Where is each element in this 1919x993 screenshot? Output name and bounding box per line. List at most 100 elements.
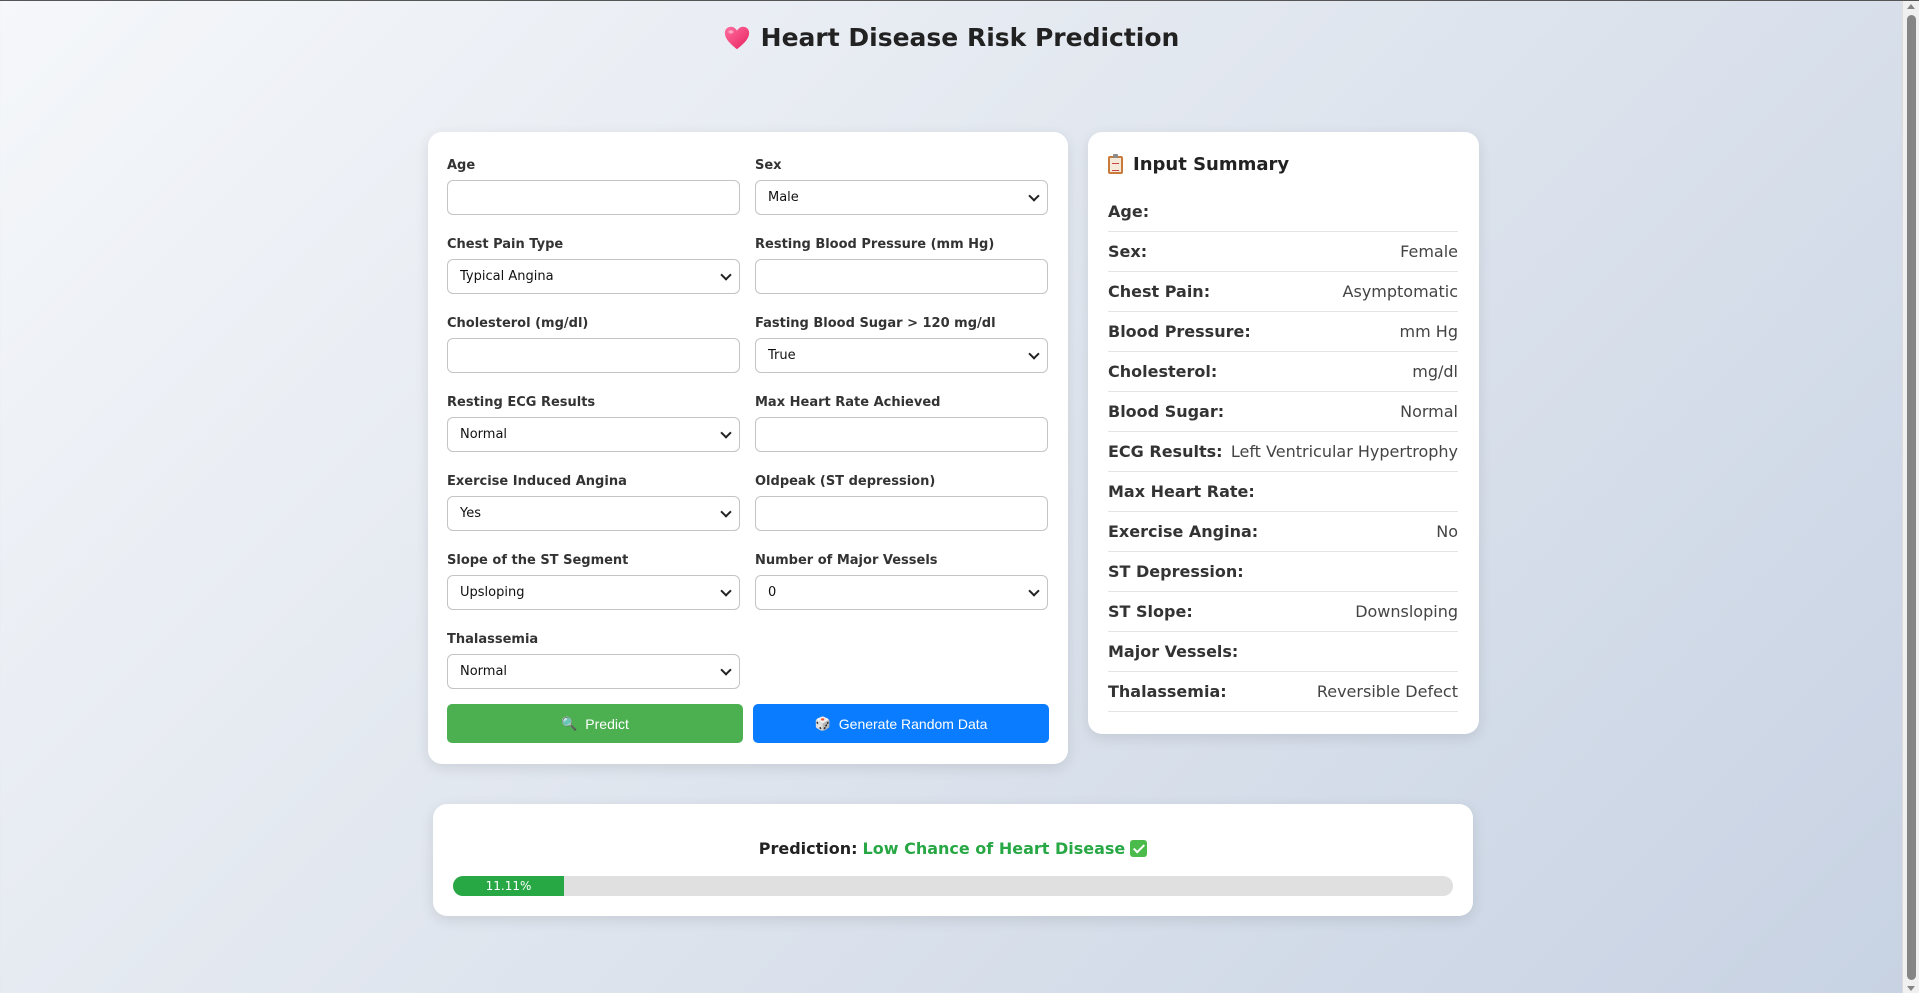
resting-bp-input[interactable] bbox=[755, 259, 1048, 294]
resting-ecg-field: Resting ECG Results Normal bbox=[447, 395, 740, 452]
summary-list: Age: Sex: Female Chest Pain: Asymptomatic Blo… bbox=[1108, 192, 1458, 712]
sex-label: Sex bbox=[755, 158, 782, 173]
summary-key: Sex: bbox=[1108, 242, 1148, 261]
exercise-angina-select[interactable]: Yes bbox=[447, 496, 740, 531]
dice-icon: 🎲 bbox=[814, 715, 831, 731]
fasting-bs-label: Fasting Blood Sugar > 120 mg/dl bbox=[755, 316, 996, 331]
major-vessels-select[interactable]: 0 bbox=[755, 575, 1048, 610]
chest-pain-select[interactable]: Typical Angina bbox=[447, 259, 740, 294]
resting-bp-label: Resting Blood Pressure (mm Hg) bbox=[755, 237, 995, 252]
summary-title-text: Input Summary bbox=[1133, 154, 1290, 175]
cholesterol-input[interactable] bbox=[447, 338, 740, 373]
summary-value: mm Hg bbox=[1399, 322, 1458, 341]
summary-value: Female bbox=[1400, 242, 1458, 261]
oldpeak-field: Oldpeak (ST depression) bbox=[755, 474, 1048, 531]
age-label: Age bbox=[447, 158, 476, 173]
summary-row: ECG Results: Left Ventricular Hypertrophy bbox=[1108, 432, 1458, 472]
resting-bp-field: Resting Blood Pressure (mm Hg) bbox=[755, 237, 1048, 294]
probability-label: 11.11% bbox=[485, 879, 532, 893]
major-vessels-label: Number of Major Vessels bbox=[755, 553, 938, 568]
age-field: Age bbox=[447, 158, 740, 215]
summary-value: Downsloping bbox=[1355, 602, 1458, 621]
summary-key: Chest Pain: bbox=[1108, 282, 1211, 301]
st-slope-select[interactable]: Upsloping bbox=[447, 575, 740, 610]
scroll-up-icon[interactable] bbox=[1907, 4, 1915, 9]
chest-pain-label: Chest Pain Type bbox=[447, 237, 564, 252]
oldpeak-label: Oldpeak (ST depression) bbox=[755, 474, 936, 489]
cholesterol-label: Cholesterol (mg/dl) bbox=[447, 316, 589, 331]
st-slope-field: Slope of the ST Segment Upsloping bbox=[447, 553, 740, 610]
summary-key: Thalassemia: bbox=[1108, 682, 1227, 701]
summary-row: Max Heart Rate: bbox=[1108, 472, 1458, 512]
summary-title: Input Summary bbox=[1108, 153, 1290, 175]
summary-value: mg/dl bbox=[1412, 362, 1458, 381]
scroll-down-icon[interactable] bbox=[1907, 986, 1915, 991]
summary-key: Major Vessels: bbox=[1108, 642, 1239, 661]
max-hr-input[interactable] bbox=[755, 417, 1048, 452]
resting-ecg-select[interactable]: Normal bbox=[447, 417, 740, 452]
prediction-form: Age Sex Male Chest Pain Type Typical Ang… bbox=[428, 132, 1068, 764]
summary-key: Age: bbox=[1108, 202, 1150, 221]
heart-icon bbox=[724, 26, 749, 49]
summary-row: ST Slope: Downsloping bbox=[1108, 592, 1458, 632]
major-vessels-field: Number of Major Vessels 0 bbox=[755, 553, 1048, 610]
predict-button-label: Predict bbox=[585, 715, 629, 732]
summary-row: Blood Sugar: Normal bbox=[1108, 392, 1458, 432]
predict-button[interactable]: 🔍 Predict bbox=[447, 704, 743, 743]
summary-row: Cholesterol: mg/dl bbox=[1108, 352, 1458, 392]
summary-value: Asymptomatic bbox=[1342, 282, 1458, 301]
summary-value: No bbox=[1436, 522, 1458, 541]
summary-key: Blood Sugar: bbox=[1108, 402, 1225, 421]
summary-row: Chest Pain: Asymptomatic bbox=[1108, 272, 1458, 312]
prediction-prefix: Prediction: bbox=[758, 839, 858, 858]
summary-value: Left Ventricular Hypertrophy bbox=[1230, 442, 1458, 461]
generate-random-button-label: Generate Random Data bbox=[838, 715, 988, 732]
summary-key: ST Depression: bbox=[1108, 562, 1244, 581]
thalassemia-select[interactable]: Normal bbox=[447, 654, 740, 689]
summary-key: Blood Pressure: bbox=[1108, 322, 1251, 341]
resting-ecg-label: Resting ECG Results bbox=[447, 395, 596, 410]
summary-key: Cholesterol: bbox=[1108, 362, 1218, 381]
fasting-bs-field: Fasting Blood Sugar > 120 mg/dl True bbox=[755, 316, 1048, 373]
summary-row: Thalassemia: Reversible Defect bbox=[1108, 672, 1458, 712]
prediction-value: Low Chance of Heart Disease bbox=[862, 839, 1126, 858]
page-title-text: Heart Disease Risk Prediction bbox=[760, 23, 1180, 52]
age-input[interactable] bbox=[447, 180, 740, 215]
summary-row: Age: bbox=[1108, 192, 1458, 232]
page-title: Heart Disease Risk Prediction bbox=[0, 23, 1902, 52]
check-mark-icon bbox=[1130, 840, 1148, 857]
max-hr-label: Max Heart Rate Achieved bbox=[755, 395, 941, 410]
summary-key: ECG Results: bbox=[1108, 442, 1223, 461]
summary-value: Normal bbox=[1400, 402, 1458, 421]
max-hr-field: Max Heart Rate Achieved bbox=[755, 395, 1048, 452]
thalassemia-field: Thalassemia Normal bbox=[447, 632, 740, 689]
probability-bar-fill: 11.11% bbox=[453, 876, 565, 896]
summary-value: Reversible Defect bbox=[1316, 682, 1458, 701]
generate-random-button[interactable]: 🎲 Generate Random Data bbox=[753, 704, 1049, 743]
summary-row: Major Vessels: bbox=[1108, 632, 1458, 672]
fasting-bs-select[interactable]: True bbox=[755, 338, 1048, 373]
chest-pain-field: Chest Pain Type Typical Angina bbox=[447, 237, 740, 294]
summary-key: Exercise Angina: bbox=[1108, 522, 1259, 541]
summary-key: Max Heart Rate: bbox=[1108, 482, 1255, 501]
oldpeak-input[interactable] bbox=[755, 496, 1048, 531]
scrollbar-thumb[interactable] bbox=[1907, 15, 1916, 980]
cholesterol-field: Cholesterol (mg/dl) bbox=[447, 316, 740, 373]
page-scrollbar[interactable] bbox=[1902, 1, 1919, 993]
st-slope-label: Slope of the ST Segment bbox=[447, 553, 629, 568]
sex-field: Sex Male bbox=[755, 158, 1048, 215]
sex-select[interactable]: Male bbox=[755, 180, 1048, 215]
probability-bar: 11.11% bbox=[453, 876, 1453, 896]
summary-row: ST Depression: bbox=[1108, 552, 1458, 592]
exercise-angina-field: Exercise Induced Angina Yes bbox=[447, 474, 740, 531]
summary-key: ST Slope: bbox=[1108, 602, 1193, 621]
prediction-line: Prediction: Low Chance of Heart Disease bbox=[433, 839, 1473, 858]
summary-row: Sex: Female bbox=[1108, 232, 1458, 272]
thalassemia-label: Thalassemia bbox=[447, 632, 539, 647]
input-summary-panel: Input Summary Age: Sex: Female Chest Pain: A… bbox=[1088, 132, 1479, 734]
magnifier-icon: 🔍 bbox=[561, 715, 578, 731]
exercise-angina-label: Exercise Induced Angina bbox=[447, 474, 627, 489]
summary-row: Exercise Angina: No bbox=[1108, 512, 1458, 552]
summary-row: Blood Pressure: mm Hg bbox=[1108, 312, 1458, 352]
prediction-result-panel: Prediction: Low Chance of Heart Disease … bbox=[433, 804, 1473, 916]
